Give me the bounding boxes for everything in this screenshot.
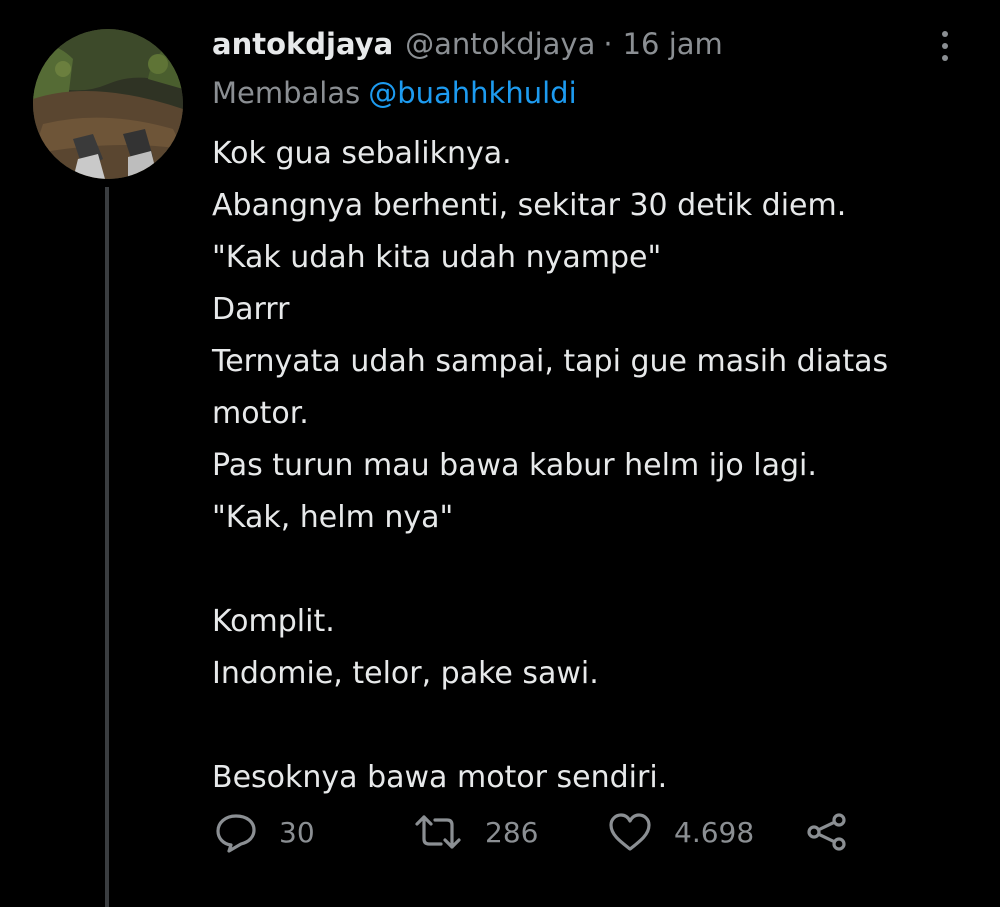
tweet-line: Indomie, telor, pake sawi. xyxy=(212,656,599,691)
tweet-line: "Kak, helm nya" xyxy=(212,500,454,535)
like-count: 4.698 xyxy=(674,815,755,849)
avatar-photo xyxy=(33,29,183,179)
share-icon xyxy=(807,813,846,851)
mention-link[interactable]: @buahhkhuldi xyxy=(368,76,576,110)
avatar[interactable] xyxy=(33,29,183,179)
tweet-text: Kok gua sebaliknya. Abangnya berhenti, s… xyxy=(212,128,972,804)
tweet: antokdjaya @antokdjaya · 16 jam Membalas… xyxy=(0,0,1000,907)
thread-line xyxy=(105,187,109,907)
reply-count: 30 xyxy=(279,815,315,849)
tweet-line: Abangnya berhenti, sekitar 30 detik diem… xyxy=(212,188,847,223)
retweet-button[interactable]: 286 xyxy=(411,806,538,858)
tweet-line: Besoknya bawa motor sendiri. xyxy=(212,760,668,795)
tweet-line: motor. xyxy=(212,396,309,431)
user-handle[interactable]: @antokdjaya xyxy=(405,27,595,61)
tweet-line xyxy=(212,700,972,752)
heart-icon xyxy=(609,813,651,851)
tweet-line xyxy=(212,544,972,596)
reply-button[interactable]: 30 xyxy=(213,806,315,858)
tweet-header: antokdjaya @antokdjaya · 16 jam xyxy=(212,22,723,66)
action-bar: 30 286 4.698 xyxy=(213,806,873,858)
tweet-line: Ternyata udah sampai, tapi gue masih dia… xyxy=(212,344,889,379)
tweet-line: Pas turun mau bawa kabur helm ijo lagi. xyxy=(212,448,817,483)
timestamp[interactable]: 16 jam xyxy=(623,27,723,61)
display-name[interactable]: antokdjaya xyxy=(212,27,393,61)
share-button[interactable] xyxy=(803,806,851,858)
retweet-icon xyxy=(415,815,461,849)
like-button[interactable]: 4.698 xyxy=(606,806,754,858)
replying-label: Membalas xyxy=(212,76,361,110)
replying-to: Membalas @buahhkhuldi xyxy=(212,76,577,110)
tweet-line: Kok gua sebaliknya. xyxy=(212,136,512,171)
more-options-icon[interactable] xyxy=(925,26,965,66)
separator: · xyxy=(603,27,613,61)
retweet-count: 286 xyxy=(485,815,539,849)
tweet-line: Darrr xyxy=(212,292,290,327)
tweet-line: Komplit. xyxy=(212,604,335,639)
reply-icon xyxy=(216,814,256,853)
tweet-line: "Kak udah kita udah nyampe" xyxy=(212,240,662,275)
